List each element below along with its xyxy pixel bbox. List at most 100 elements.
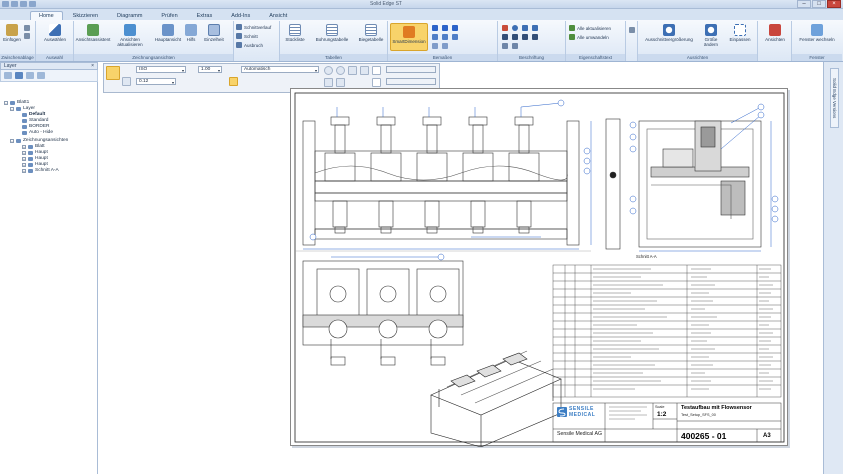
radius-icon[interactable] (324, 66, 333, 75)
views-button[interactable]: Ansichten (760, 24, 790, 42)
hole-table-button[interactable]: Bohrungstabelle (310, 24, 354, 42)
detail-view-button[interactable]: Einzelheit (200, 24, 228, 42)
orientation-icon[interactable] (229, 77, 238, 86)
tab-diagramm[interactable]: Diagramm (108, 11, 151, 20)
drawing-title: Testaufbau mit Flowsensor (681, 405, 752, 411)
tree-node-auto-hide[interactable]: Auto - Hide (22, 130, 53, 135)
versions-tab[interactable]: Solid Edge Versions (830, 68, 839, 128)
logo-text-medical: MEDICAL (569, 412, 596, 418)
tab-ansicht[interactable]: Ansicht (260, 11, 296, 20)
layer-icon (22, 112, 27, 117)
auxiliary-view-button[interactable]: Hilfs (184, 24, 198, 42)
new-layer-icon[interactable] (4, 72, 12, 79)
hide-layer-icon[interactable] (26, 72, 34, 79)
broken-out-button[interactable]: Ausbruch (236, 42, 263, 48)
coordinate-dimension-icon (452, 25, 458, 31)
lock-icon[interactable] (372, 66, 381, 75)
angle-icon[interactable] (348, 66, 357, 75)
resize-button[interactable]: Größe ändern (698, 24, 724, 47)
more-button[interactable] (629, 27, 635, 33)
tree-node-layer[interactable]: − Layer (10, 106, 35, 111)
view-wizard-button[interactable]: Ansichtsassistent (76, 24, 110, 42)
callout-icon (502, 25, 508, 31)
smartdimension-button[interactable]: SmartDimension (390, 23, 428, 51)
text-position-icon[interactable] (324, 78, 333, 87)
placement-mode-select[interactable]: Automatisch ▾ (241, 66, 319, 73)
sensile-s-logo (557, 407, 567, 417)
center-mark-button[interactable] (502, 43, 508, 49)
drawing-sheet[interactable]: Schnitt A-A SENSILE MEDICAL Sensile Medi… (290, 88, 788, 447)
tree-node-view[interactable]: + Haupt (22, 156, 48, 161)
tolerance-icon[interactable] (360, 66, 369, 75)
parts-list-button[interactable]: Stückliste (282, 24, 308, 42)
tree-node-drawing-views[interactable]: − Zeichnungsansichten (10, 138, 68, 143)
symmetric-dimension-button[interactable] (442, 34, 448, 40)
layer-options-icon[interactable] (37, 72, 45, 79)
surface-texture-button[interactable] (522, 25, 528, 31)
update-all-button[interactable]: Alle aktualisieren (569, 25, 611, 31)
tree-node-border[interactable]: BORDER (22, 124, 50, 129)
group-bemassung: SmartDimension Bemaßen (388, 21, 498, 61)
tree-node-view[interactable]: + Haupt (22, 162, 48, 167)
break-icon[interactable] (372, 78, 381, 87)
size-select[interactable]: 0.12 ▾ (136, 78, 176, 85)
tab-add-ins[interactable]: Add-Ins (222, 11, 259, 20)
tab-home[interactable]: Home (30, 11, 63, 20)
maximize-icon[interactable]: □ (812, 0, 826, 8)
close-icon[interactable]: × (827, 0, 841, 8)
angle-dimension-button[interactable] (442, 25, 448, 31)
center-line-button[interactable] (512, 43, 518, 49)
coordinate-dimension-button[interactable] (452, 25, 458, 31)
line-width-select[interactable]: 1.00 ▾ (198, 66, 222, 73)
chamfer-dimension-button[interactable] (432, 34, 438, 40)
feature-control-icon (532, 34, 538, 40)
zoom-area-button[interactable]: Ausschnittvergrößerung (640, 24, 698, 42)
switch-window-button[interactable]: Fenster wechseln (794, 24, 840, 42)
cut-button[interactable] (24, 25, 30, 31)
more-icon (629, 27, 635, 33)
distance-dimension-button[interactable] (432, 25, 438, 31)
cutting-plane-button[interactable]: Schnittverlauf (236, 24, 271, 30)
prefix-icon[interactable] (122, 77, 131, 86)
fit-button[interactable]: Einpassen (726, 24, 754, 42)
datum-frame-button[interactable] (522, 34, 528, 40)
bend-table-button[interactable]: Biegetabelle (356, 24, 386, 42)
value-field[interactable] (386, 66, 436, 73)
select-button[interactable]: Auswählen (40, 24, 70, 42)
principal-view-button[interactable]: Hauptansicht (154, 24, 182, 42)
tolerance-field[interactable] (386, 78, 436, 85)
close-icon[interactable]: × (91, 63, 94, 70)
paste-button[interactable]: Einfügen (3, 24, 21, 42)
show-layer-icon[interactable] (15, 72, 23, 79)
update-views-button[interactable]: Ansichten aktualisieren (112, 24, 148, 47)
dimension-style-button[interactable] (432, 43, 438, 49)
minimize-icon[interactable]: – (797, 0, 811, 8)
section-label: Schnitt A-A (636, 254, 657, 259)
section-button[interactable]: Schnitt (236, 33, 258, 39)
tab-skizzieren[interactable]: Skizzieren (64, 11, 107, 20)
convert-all-button[interactable]: Alle umwandeln (569, 34, 609, 40)
callout-button[interactable] (502, 25, 508, 31)
feature-control-button[interactable] (532, 34, 538, 40)
tree-node-view[interactable]: + Haupt (22, 150, 48, 155)
tab-pruefen[interactable]: Prüfen (152, 11, 186, 20)
tree-node-sheet[interactable]: − Blatt1 (4, 100, 29, 105)
text-button[interactable] (502, 34, 508, 40)
balloon-button[interactable] (512, 25, 518, 31)
arrow-style-icon[interactable] (336, 78, 345, 87)
dimension-tool-icon[interactable] (106, 66, 120, 80)
tree-node-view[interactable]: + Schnitt A-A (22, 168, 59, 173)
angular-coordinate-button[interactable] (452, 34, 458, 40)
diameter-icon[interactable] (336, 66, 345, 75)
tree-node-view[interactable]: + Blatt (22, 144, 45, 149)
tree-node-standard[interactable]: Standard (22, 118, 48, 123)
tab-extras[interactable]: Extras (188, 11, 222, 20)
leader-button[interactable] (512, 34, 518, 40)
copy-button[interactable] (24, 33, 30, 39)
style-select[interactable]: ISO ▾ (136, 66, 186, 73)
tree-node-default[interactable]: Default (22, 112, 45, 117)
weld-symbol-button[interactable] (532, 25, 538, 31)
dimension-axis-button[interactable] (442, 43, 448, 49)
title-bar: Solid Edge ST – □ × (0, 0, 843, 9)
quick-access-toolbar[interactable] (2, 1, 36, 7)
